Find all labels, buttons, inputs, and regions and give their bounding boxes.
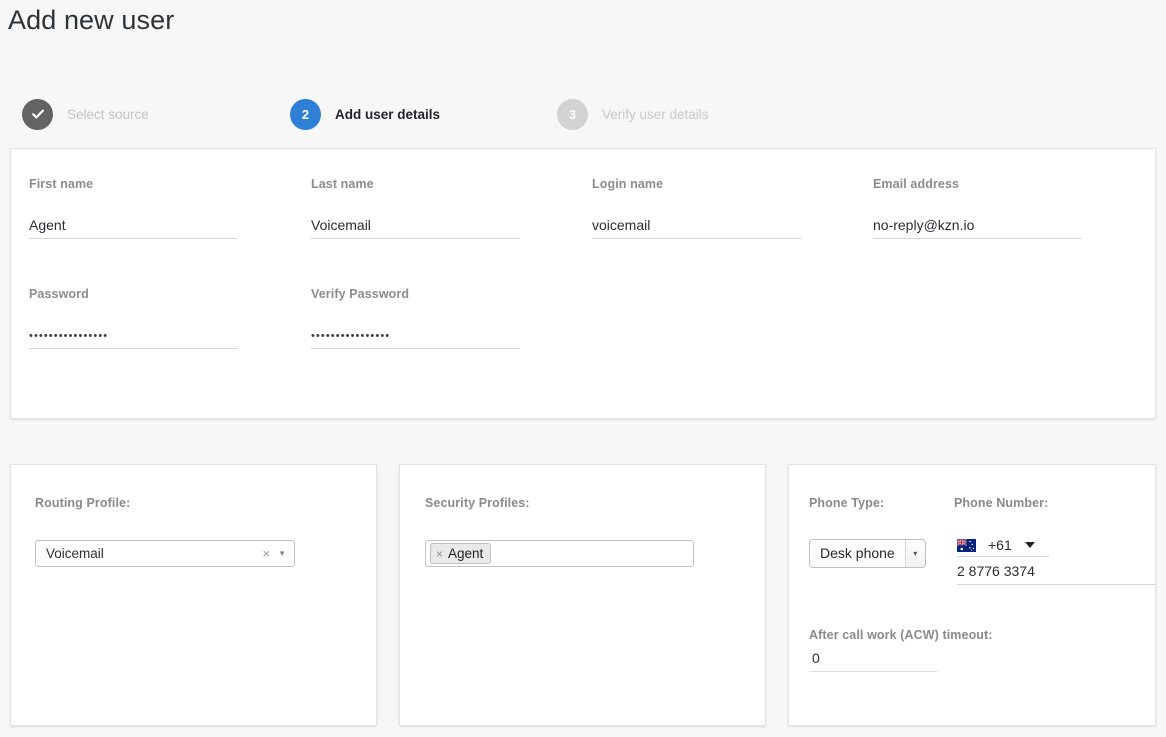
step-2-circle: 2 bbox=[290, 98, 321, 130]
phone-type-label: Phone Type: bbox=[809, 496, 885, 510]
verify-password-label: Verify Password bbox=[311, 287, 410, 301]
first-name-field: First name bbox=[29, 177, 238, 239]
verify-password-field: Verify Password •••••••••••••••• bbox=[311, 287, 520, 349]
remove-tag-icon[interactable]: × bbox=[436, 547, 443, 561]
password-input[interactable]: •••••••••••••••• bbox=[29, 327, 238, 349]
chevron-down-icon[interactable]: ▼ bbox=[278, 541, 288, 566]
dial-code-value: +61 bbox=[988, 537, 1012, 553]
security-profile-tag-label: Agent bbox=[448, 546, 484, 561]
email-address-label: Email address bbox=[873, 177, 960, 191]
step-1-circle bbox=[22, 98, 53, 130]
clear-icon[interactable]: × bbox=[258, 541, 278, 566]
last-name-label: Last name bbox=[311, 177, 374, 191]
routing-profile-select[interactable]: Voicemail × ▼ bbox=[35, 540, 295, 567]
page-title: Add new user bbox=[8, 5, 175, 35]
step-3-label: Verify user details bbox=[602, 106, 709, 122]
login-name-field: Login name bbox=[592, 177, 801, 239]
step-1-label: Select source bbox=[67, 106, 149, 122]
chevron-down-icon[interactable] bbox=[1024, 542, 1035, 548]
email-address-input[interactable] bbox=[873, 217, 1082, 239]
phone-number-group: +61 bbox=[957, 537, 1156, 585]
check-icon bbox=[31, 109, 44, 119]
security-profiles-tag-input[interactable]: × Agent bbox=[425, 540, 694, 567]
phone-settings-card: Phone Type: Desk phone ▾ Phone Number: +… bbox=[788, 464, 1156, 726]
login-name-label: Login name bbox=[592, 177, 664, 191]
password-label: Password bbox=[29, 287, 89, 301]
australia-flag-icon bbox=[957, 538, 976, 552]
phone-number-input[interactable] bbox=[957, 563, 1156, 585]
email-address-field: Email address bbox=[873, 177, 1082, 239]
first-name-label: First name bbox=[29, 177, 94, 191]
add-new-user-page: Add new user Select source 2 Add user de… bbox=[0, 0, 1166, 737]
wizard-step-select-source[interactable]: Select source bbox=[22, 96, 149, 132]
acw-timeout-input[interactable] bbox=[809, 650, 937, 672]
verify-password-input[interactable]: •••••••••••••••• bbox=[311, 327, 520, 349]
phone-type-select[interactable]: Desk phone ▾ bbox=[809, 539, 926, 568]
wizard-step-add-user-details[interactable]: 2 Add user details bbox=[290, 96, 440, 132]
login-name-input[interactable] bbox=[592, 217, 801, 239]
security-profiles-label: Security Profiles: bbox=[425, 496, 530, 510]
acw-timeout-label: After call work (ACW) timeout: bbox=[809, 628, 993, 642]
user-details-card: First name Last name Login name Email ad… bbox=[10, 148, 1156, 419]
last-name-input[interactable] bbox=[311, 217, 520, 239]
first-name-input[interactable] bbox=[29, 217, 238, 239]
wizard-step-indicator: Select source 2 Add user details 3 Verif… bbox=[0, 96, 1166, 132]
wizard-step-verify-user-details[interactable]: 3 Verify user details bbox=[557, 96, 709, 132]
country-code-selector[interactable]: +61 bbox=[957, 537, 1049, 557]
phone-number-label: Phone Number: bbox=[954, 496, 1049, 510]
acw-timeout-group: After call work (ACW) timeout: bbox=[809, 628, 993, 672]
routing-profile-selected-value: Voicemail bbox=[46, 546, 104, 561]
routing-profile-card: Routing Profile: Voicemail × ▼ bbox=[10, 464, 377, 726]
security-profiles-card: Security Profiles: × Agent bbox=[399, 464, 766, 726]
password-field: Password •••••••••••••••• bbox=[29, 287, 238, 349]
step-3-circle: 3 bbox=[557, 98, 588, 130]
security-profile-tag: × Agent bbox=[430, 543, 492, 564]
chevron-down-icon: ▾ bbox=[904, 540, 925, 567]
phone-type-value: Desk phone bbox=[820, 545, 895, 561]
step-2-label: Add user details bbox=[335, 106, 441, 122]
last-name-field: Last name bbox=[311, 177, 520, 239]
routing-profile-label: Routing Profile: bbox=[35, 496, 131, 510]
